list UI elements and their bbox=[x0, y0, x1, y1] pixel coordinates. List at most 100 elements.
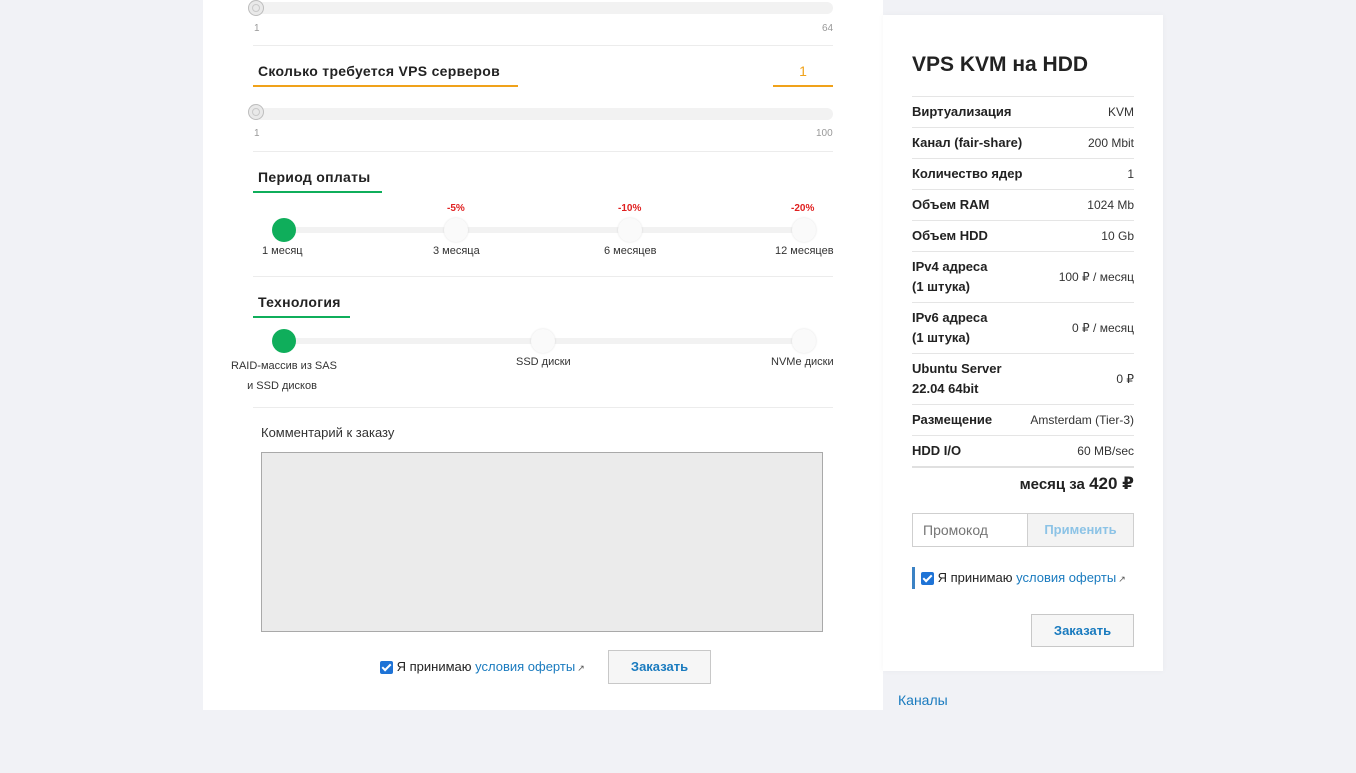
order-form: 1 64 Сколько требуется VPS серверов 1 1 … bbox=[203, 0, 883, 710]
agreement-focus-bar bbox=[912, 567, 915, 589]
period-track[interactable] bbox=[273, 227, 813, 233]
spec-row: Объем HDD 10 Gb bbox=[912, 220, 1134, 252]
period-label-6-months: 6 месяцев bbox=[604, 245, 657, 257]
spec-key-line1: IPv6 адреса bbox=[912, 310, 988, 325]
summary-agreement-checkbox[interactable] bbox=[921, 572, 934, 586]
spec-key: Объем HDD bbox=[912, 220, 1027, 252]
divider bbox=[253, 151, 833, 152]
period-title: Период оплаты bbox=[258, 169, 371, 185]
spec-value: 60 MB/sec bbox=[1026, 435, 1134, 467]
spec-key: Ubuntu Server 22.04 64bit bbox=[912, 353, 1027, 405]
spec-row: Виртуализация KVM bbox=[912, 96, 1134, 128]
technology-title-underline bbox=[253, 316, 350, 318]
technology-label-raid-line2: и SSD дисков bbox=[247, 380, 317, 392]
technology-step-nvme[interactable] bbox=[792, 329, 816, 353]
channels-link[interactable]: Каналы bbox=[898, 692, 948, 708]
spec-key: IPv6 адреса (1 штука) bbox=[912, 302, 1027, 354]
technology-label-nvme: NVMe диски bbox=[771, 356, 834, 368]
spec-value: 10 Gb bbox=[1026, 220, 1134, 252]
agreement: Я принимаю условия оферты ↗ bbox=[380, 659, 585, 675]
servers-title: Сколько требуется VPS серверов bbox=[258, 63, 501, 79]
cores-max-label: 64 bbox=[822, 23, 834, 34]
spec-key: Виртуализация bbox=[912, 96, 1027, 128]
external-link-icon: ↗ bbox=[577, 663, 585, 673]
period-step-6-months[interactable] bbox=[618, 218, 642, 242]
spec-row: Объем RAM 1024 Mb bbox=[912, 189, 1134, 221]
total-amount: 420 ₽ bbox=[1089, 474, 1134, 493]
comment-textarea[interactable] bbox=[261, 452, 823, 632]
cores-min-label: 1 bbox=[254, 23, 260, 34]
spec-key-line1: IPv4 адреса bbox=[912, 259, 988, 274]
spec-key: Количество ядер bbox=[912, 158, 1027, 190]
spec-key-line1: Ubuntu Server bbox=[912, 361, 1002, 376]
spec-key: Размещение bbox=[912, 404, 1027, 436]
technology-title: Технология bbox=[258, 294, 341, 310]
spec-value: KVM bbox=[1026, 96, 1134, 128]
spec-row: IPv6 адреса (1 штука) 0 ₽ / месяц bbox=[912, 302, 1134, 354]
servers-count-input[interactable]: 1 bbox=[773, 63, 833, 79]
spec-key-line2: (1 штука) bbox=[912, 330, 970, 345]
servers-input-underline bbox=[773, 85, 833, 87]
spec-value: 1024 Mb bbox=[1026, 189, 1134, 221]
agreement-prefix: Я принимаю bbox=[396, 659, 472, 674]
spec-key: Канал (fair-share) bbox=[912, 127, 1027, 159]
technology-step-raid[interactable] bbox=[272, 329, 296, 353]
technology-label-raid-line1: RAID-массив из SAS bbox=[231, 360, 337, 372]
spec-value: 1 bbox=[1026, 158, 1134, 190]
spec-row: Канал (fair-share) 200 Mbit bbox=[912, 127, 1134, 159]
summary-order-button[interactable]: Заказать bbox=[1031, 614, 1134, 647]
spec-row: Количество ядер 1 bbox=[912, 158, 1134, 190]
comment-label: Комментарий к заказу bbox=[261, 425, 395, 440]
external-link-icon: ↗ bbox=[1118, 574, 1126, 584]
spec-key-line2: 22.04 64bit bbox=[912, 381, 979, 396]
servers-slider-track[interactable] bbox=[255, 108, 833, 120]
order-summary: VPS KVM на HDD Виртуализация KVM Канал (… bbox=[883, 15, 1163, 671]
divider bbox=[253, 407, 833, 408]
summary-agreement-prefix: Я принимаю bbox=[937, 570, 1013, 585]
period-step-12-months[interactable] bbox=[792, 218, 816, 242]
period-label-12-months: 12 месяцев bbox=[775, 245, 834, 257]
servers-title-underline bbox=[253, 85, 518, 87]
period-step-1-month[interactable] bbox=[272, 218, 296, 242]
spec-row: IPv4 адреса (1 штука) 100 ₽ / месяц bbox=[912, 251, 1134, 303]
agreement-checkbox[interactable] bbox=[380, 661, 393, 675]
total-prefix: месяц за bbox=[1019, 476, 1085, 493]
technology-label-ssd: SSD диски bbox=[516, 356, 571, 368]
spec-value: 100 ₽ / месяц bbox=[1026, 251, 1134, 303]
servers-min-label: 1 bbox=[254, 128, 260, 139]
servers-max-label: 100 bbox=[816, 128, 833, 139]
period-step-3-months[interactable] bbox=[444, 218, 468, 242]
technology-label-raid: RAID-массив из SAS и SSD дисков bbox=[231, 356, 337, 396]
spec-row: HDD I/O 60 MB/sec bbox=[912, 435, 1134, 467]
spec-value: Amsterdam (Tier-3) bbox=[1026, 404, 1134, 436]
apply-promo-button[interactable]: Применить bbox=[1027, 513, 1134, 547]
period-label-3-months: 3 месяца bbox=[433, 245, 480, 257]
total-price: месяц за 420 ₽ bbox=[912, 466, 1134, 494]
spec-table: Виртуализация KVM Канал (fair-share) 200… bbox=[912, 96, 1134, 467]
period-label-1-month: 1 месяц bbox=[262, 245, 303, 257]
spec-key-line2: (1 штука) bbox=[912, 279, 970, 294]
spec-key: HDD I/O bbox=[912, 435, 1027, 467]
spec-key: Объем RAM bbox=[912, 189, 1027, 221]
summary-agreement: Я принимаю условия оферты ↗ bbox=[921, 570, 1126, 586]
spec-key: IPv4 адреса (1 штука) bbox=[912, 251, 1027, 303]
divider bbox=[253, 45, 833, 46]
summary-offer-terms-link[interactable]: условия оферты bbox=[1016, 570, 1116, 585]
promo-code-input[interactable] bbox=[912, 513, 1028, 547]
cores-slider-handle[interactable] bbox=[248, 0, 264, 16]
servers-slider-handle[interactable] bbox=[248, 104, 264, 120]
spec-row: Размещение Amsterdam (Tier-3) bbox=[912, 404, 1134, 436]
period-discount-6-months: -10% bbox=[618, 203, 642, 214]
technology-step-ssd[interactable] bbox=[531, 329, 555, 353]
spec-value: 0 ₽ bbox=[1026, 353, 1134, 405]
period-discount-3-months: -5% bbox=[447, 203, 465, 214]
period-title-underline bbox=[253, 191, 382, 193]
spec-row: Ubuntu Server 22.04 64bit 0 ₽ bbox=[912, 353, 1134, 405]
spec-value: 0 ₽ / месяц bbox=[1026, 302, 1134, 354]
order-button[interactable]: Заказать bbox=[608, 650, 711, 684]
cores-slider-track[interactable] bbox=[255, 2, 833, 14]
spec-value: 200 Mbit bbox=[1026, 127, 1134, 159]
divider bbox=[253, 276, 833, 277]
period-discount-12-months: -20% bbox=[791, 203, 815, 214]
offer-terms-link[interactable]: условия оферты bbox=[475, 659, 575, 674]
